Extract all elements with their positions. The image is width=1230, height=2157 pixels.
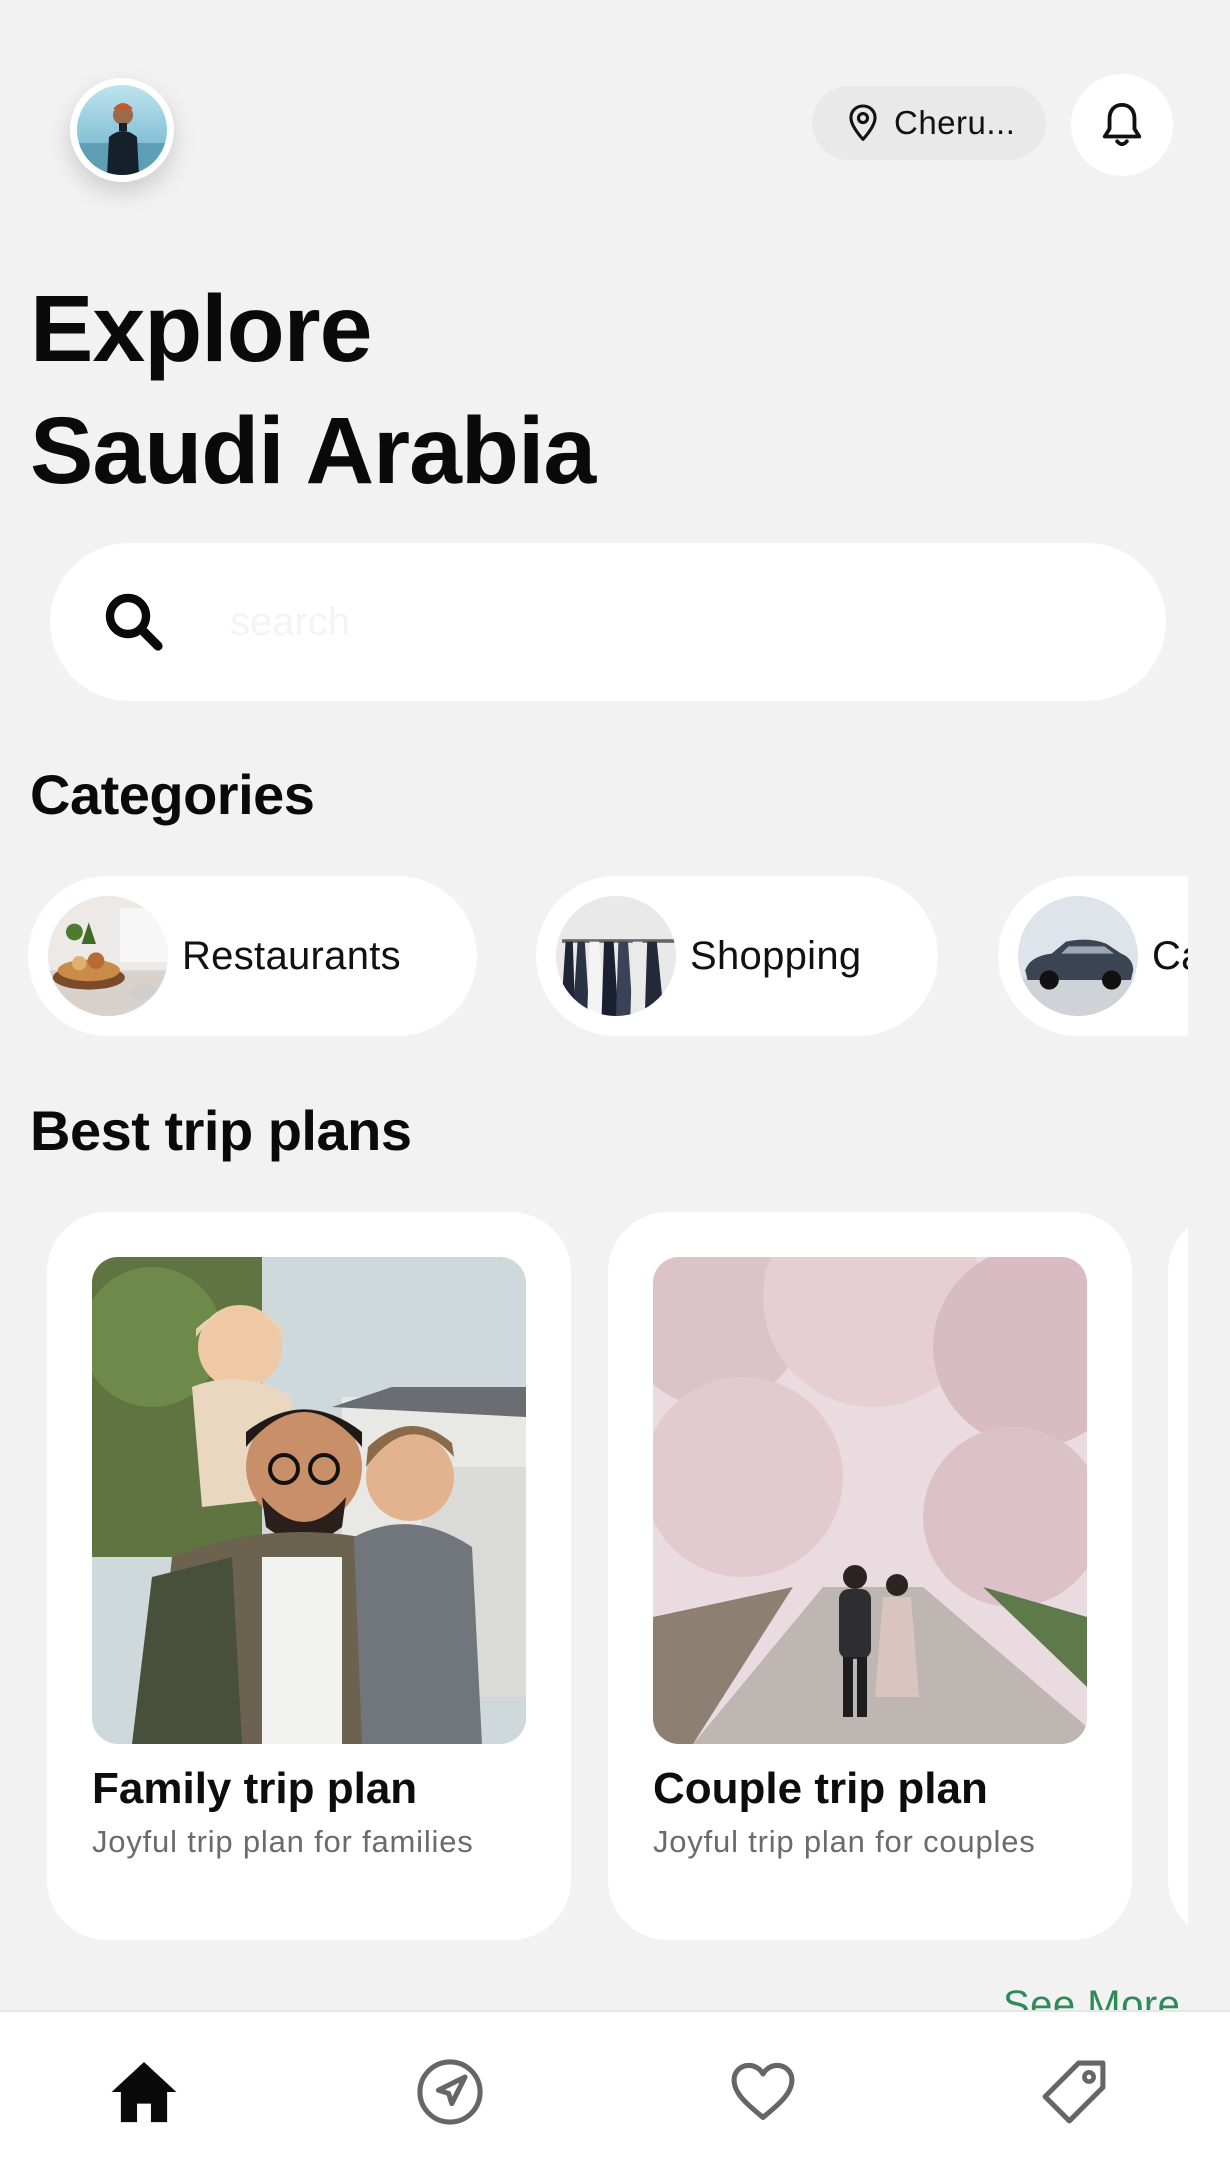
car-thumbnail <box>1018 896 1138 1016</box>
avatar-photo <box>77 85 167 175</box>
search-input[interactable] <box>230 599 1130 645</box>
category-chip-shopping[interactable]: Shopping <box>536 876 938 1036</box>
heart-icon <box>731 2062 795 2120</box>
page-title-line1: Explore <box>30 276 372 382</box>
bell-icon <box>1102 102 1142 147</box>
category-chip-cars[interactable]: Ca <box>998 876 1188 1036</box>
location-label: Cheru... <box>894 104 1016 141</box>
navigation-icon <box>417 2059 483 2125</box>
nav-favorites[interactable] <box>723 2052 803 2132</box>
trip-plans-list[interactable]: Family trip plan Joyful trip plan for fa… <box>0 1212 1188 1942</box>
nav-home[interactable] <box>104 2052 184 2132</box>
trips-heading: Best trip plans <box>30 1099 412 1162</box>
categories-heading: Categories <box>30 763 315 826</box>
notifications-button[interactable] <box>1071 74 1173 176</box>
category-chip-restaurants[interactable]: Restaurants <box>28 876 477 1036</box>
trip-title: Couple trip plan <box>653 1764 988 1813</box>
nav-explore[interactable] <box>410 2052 490 2132</box>
search-icon <box>105 593 163 651</box>
shopping-thumbnail <box>556 896 676 1016</box>
app-screen: Cheru... Explore Saudi Arabia Categories <box>0 0 1230 2157</box>
restaurant-thumbnail <box>48 896 168 1016</box>
page-title: Explore Saudi Arabia <box>30 268 596 512</box>
tag-icon <box>1042 2060 1106 2124</box>
home-icon <box>111 2061 177 2123</box>
trip-card-couple[interactable]: Couple trip plan Joyful trip plan for co… <box>608 1212 1132 1940</box>
category-label: Ca <box>1152 933 1188 978</box>
page-title-line2: Saudi Arabia <box>30 398 596 504</box>
trip-subtitle: Joyful trip plan for couples <box>653 1824 1036 1859</box>
location-pin-icon <box>849 104 877 141</box>
trip-card-partial[interactable] <box>1168 1212 1188 1940</box>
trip-card-family[interactable]: Family trip plan Joyful trip plan for fa… <box>47 1212 571 1940</box>
bottom-navigation <box>0 2010 1230 2157</box>
category-label: Restaurants <box>182 933 401 978</box>
couple-trip-photo <box>653 1257 1087 1744</box>
search-bar[interactable] <box>50 543 1166 701</box>
trip-title: Family trip plan <box>92 1764 418 1813</box>
family-trip-photo <box>92 1257 526 1744</box>
trip-subtitle: Joyful trip plan for families <box>92 1824 474 1859</box>
categories-list[interactable]: Restaurants Shopping C <box>28 876 1188 1038</box>
category-label: Shopping <box>690 933 862 978</box>
location-selector[interactable]: Cheru... <box>812 86 1046 160</box>
nav-offers[interactable] <box>1034 2052 1114 2132</box>
profile-avatar[interactable] <box>70 78 174 182</box>
